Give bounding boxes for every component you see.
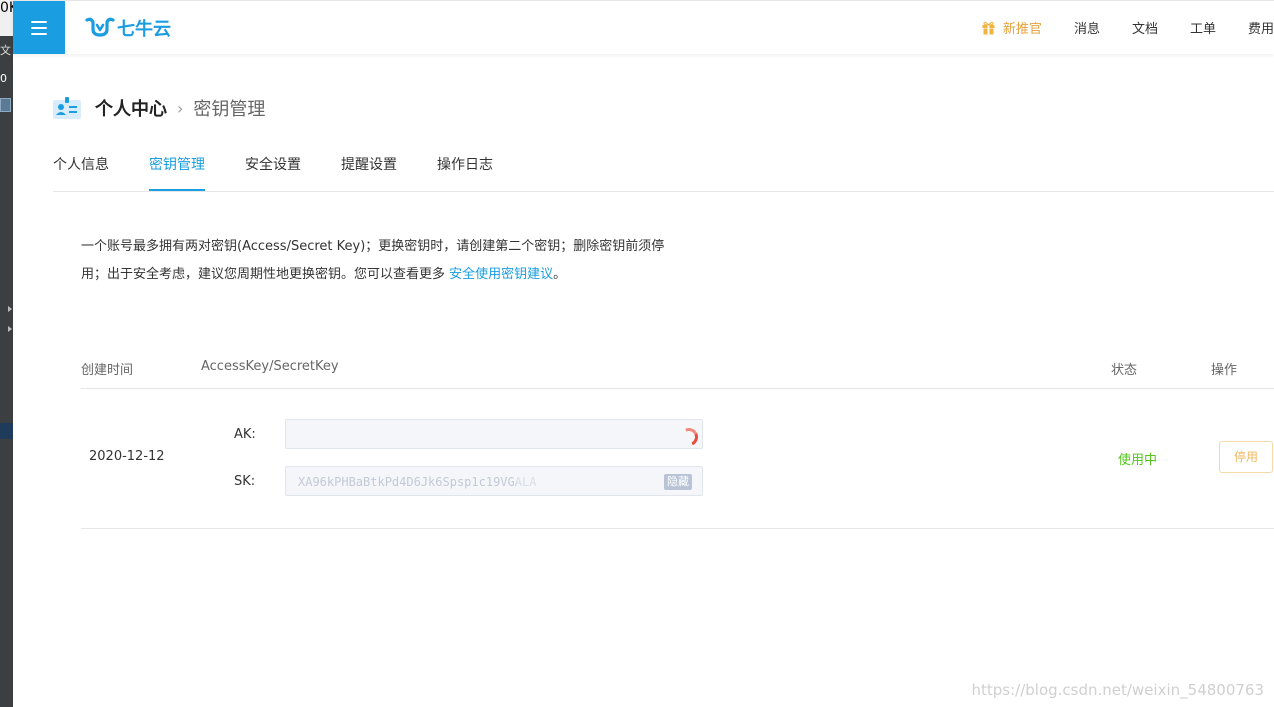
chevron-right-icon: › (177, 98, 184, 118)
created-date: 2020-12-12 (89, 449, 165, 464)
secret-key-value: XA96kPHBaBtkPd4D6Jk6Spsp1c19VGALA (298, 475, 537, 489)
hamburger-icon (31, 20, 47, 35)
logo[interactable]: 七牛云 (85, 15, 171, 41)
watermark: https://blog.csdn.net/weixin_54800763 (971, 681, 1264, 699)
security-advice-link[interactable]: 安全使用密钥建议 (449, 267, 553, 282)
background-window-thumbnail (0, 98, 11, 112)
column-header-status: 状态 (1111, 363, 1138, 378)
background-window-edge: 0K 文 0 (0, 0, 18, 707)
notice-text: 。 (553, 267, 567, 282)
secret-key-redaction (516, 473, 636, 491)
qiniu-logo-icon (85, 17, 115, 37)
column-header-created: 创建时间 (81, 363, 134, 378)
column-header-action: 操作 (1211, 363, 1238, 378)
tab-key-management[interactable]: 密钥管理 (149, 145, 205, 191)
nav-promo-link[interactable]: 新推官 (982, 18, 1042, 37)
tab-reminder-settings[interactable]: 提醒设置 (341, 145, 397, 191)
keys-table-header: 创建时间 AccessKey/SecretKey 状态 操作 (81, 348, 1274, 389)
page-title: 密钥管理 (193, 99, 266, 120)
access-key-redaction (300, 426, 580, 444)
background-window-arrow-icon (8, 326, 12, 332)
tab-security-settings[interactable]: 安全设置 (245, 145, 301, 191)
background-window-label: 文 (0, 44, 11, 57)
sk-label: SK: (234, 474, 256, 489)
gift-icon (982, 21, 995, 35)
notice-line: 一个账号最多拥有两对密钥(Access/Secret Key)；更换密钥时，请创… (81, 239, 665, 254)
hide-secret-key-button[interactable]: 隐藏 (664, 474, 692, 490)
column-header-keys: AccessKey/SecretKey (201, 359, 339, 374)
notice-text: 用；出于安全考虑，建议您周期性地更换密钥。您可以查看更多 (81, 267, 450, 282)
console-app: 七牛云 新推官 消息 文档 工单 费用 个人中心 › 密钥管理 个人信息 密钥管… (13, 0, 1274, 707)
secret-key-field[interactable]: XA96kPHBaBtkPd4D6Jk6Spsp1c19VGALA 隐藏 (285, 466, 703, 496)
background-window-label: 0 (0, 72, 7, 85)
nav-docs-link[interactable]: 文档 (1132, 18, 1158, 37)
background-window-highlight (0, 423, 13, 439)
notice-line: 用；出于安全考虑，建议您周期性地更换密钥。您可以查看更多 安全使用密钥建议。 (81, 261, 711, 289)
access-key-field[interactable] (285, 419, 703, 449)
nav-messages-link[interactable]: 消息 (1074, 18, 1100, 37)
table-row: 2020-12-12 AK: SK: XA96kPHBaBtkPd4D6Jk6S… (81, 389, 1274, 529)
ak-label: AK: (234, 427, 256, 442)
nav-tickets-link[interactable]: 工单 (1190, 18, 1216, 37)
breadcrumb: 个人中心 › 密钥管理 (53, 95, 265, 121)
breadcrumb-root[interactable]: 个人中心 (95, 95, 167, 121)
top-nav-links: 新推官 消息 文档 工单 费用 (982, 1, 1274, 54)
tab-personal-info[interactable]: 个人信息 (53, 145, 109, 191)
id-card-icon (53, 97, 81, 119)
background-window-arrow-icon (8, 306, 12, 312)
loading-spinner-icon (677, 425, 701, 448)
top-navbar: 七牛云 新推官 消息 文档 工单 费用 (13, 0, 1274, 54)
logo-text: 七牛云 (117, 19, 171, 40)
tab-bar: 个人信息 密钥管理 安全设置 提醒设置 操作日志 (53, 145, 1274, 192)
disable-key-button[interactable]: 停用 (1219, 441, 1273, 473)
hamburger-menu-button[interactable] (13, 1, 65, 54)
background-window-titlebar: 0K (0, 0, 18, 36)
nav-billing-link[interactable]: 费用 (1248, 18, 1274, 37)
tab-operation-log[interactable]: 操作日志 (437, 145, 493, 191)
status-badge: 使用中 (1118, 453, 1158, 468)
key-usage-notice: 一个账号最多拥有两对密钥(Access/Secret Key)；更换密钥时，请创… (81, 233, 711, 289)
nav-promo-label: 新推官 (1002, 22, 1042, 37)
